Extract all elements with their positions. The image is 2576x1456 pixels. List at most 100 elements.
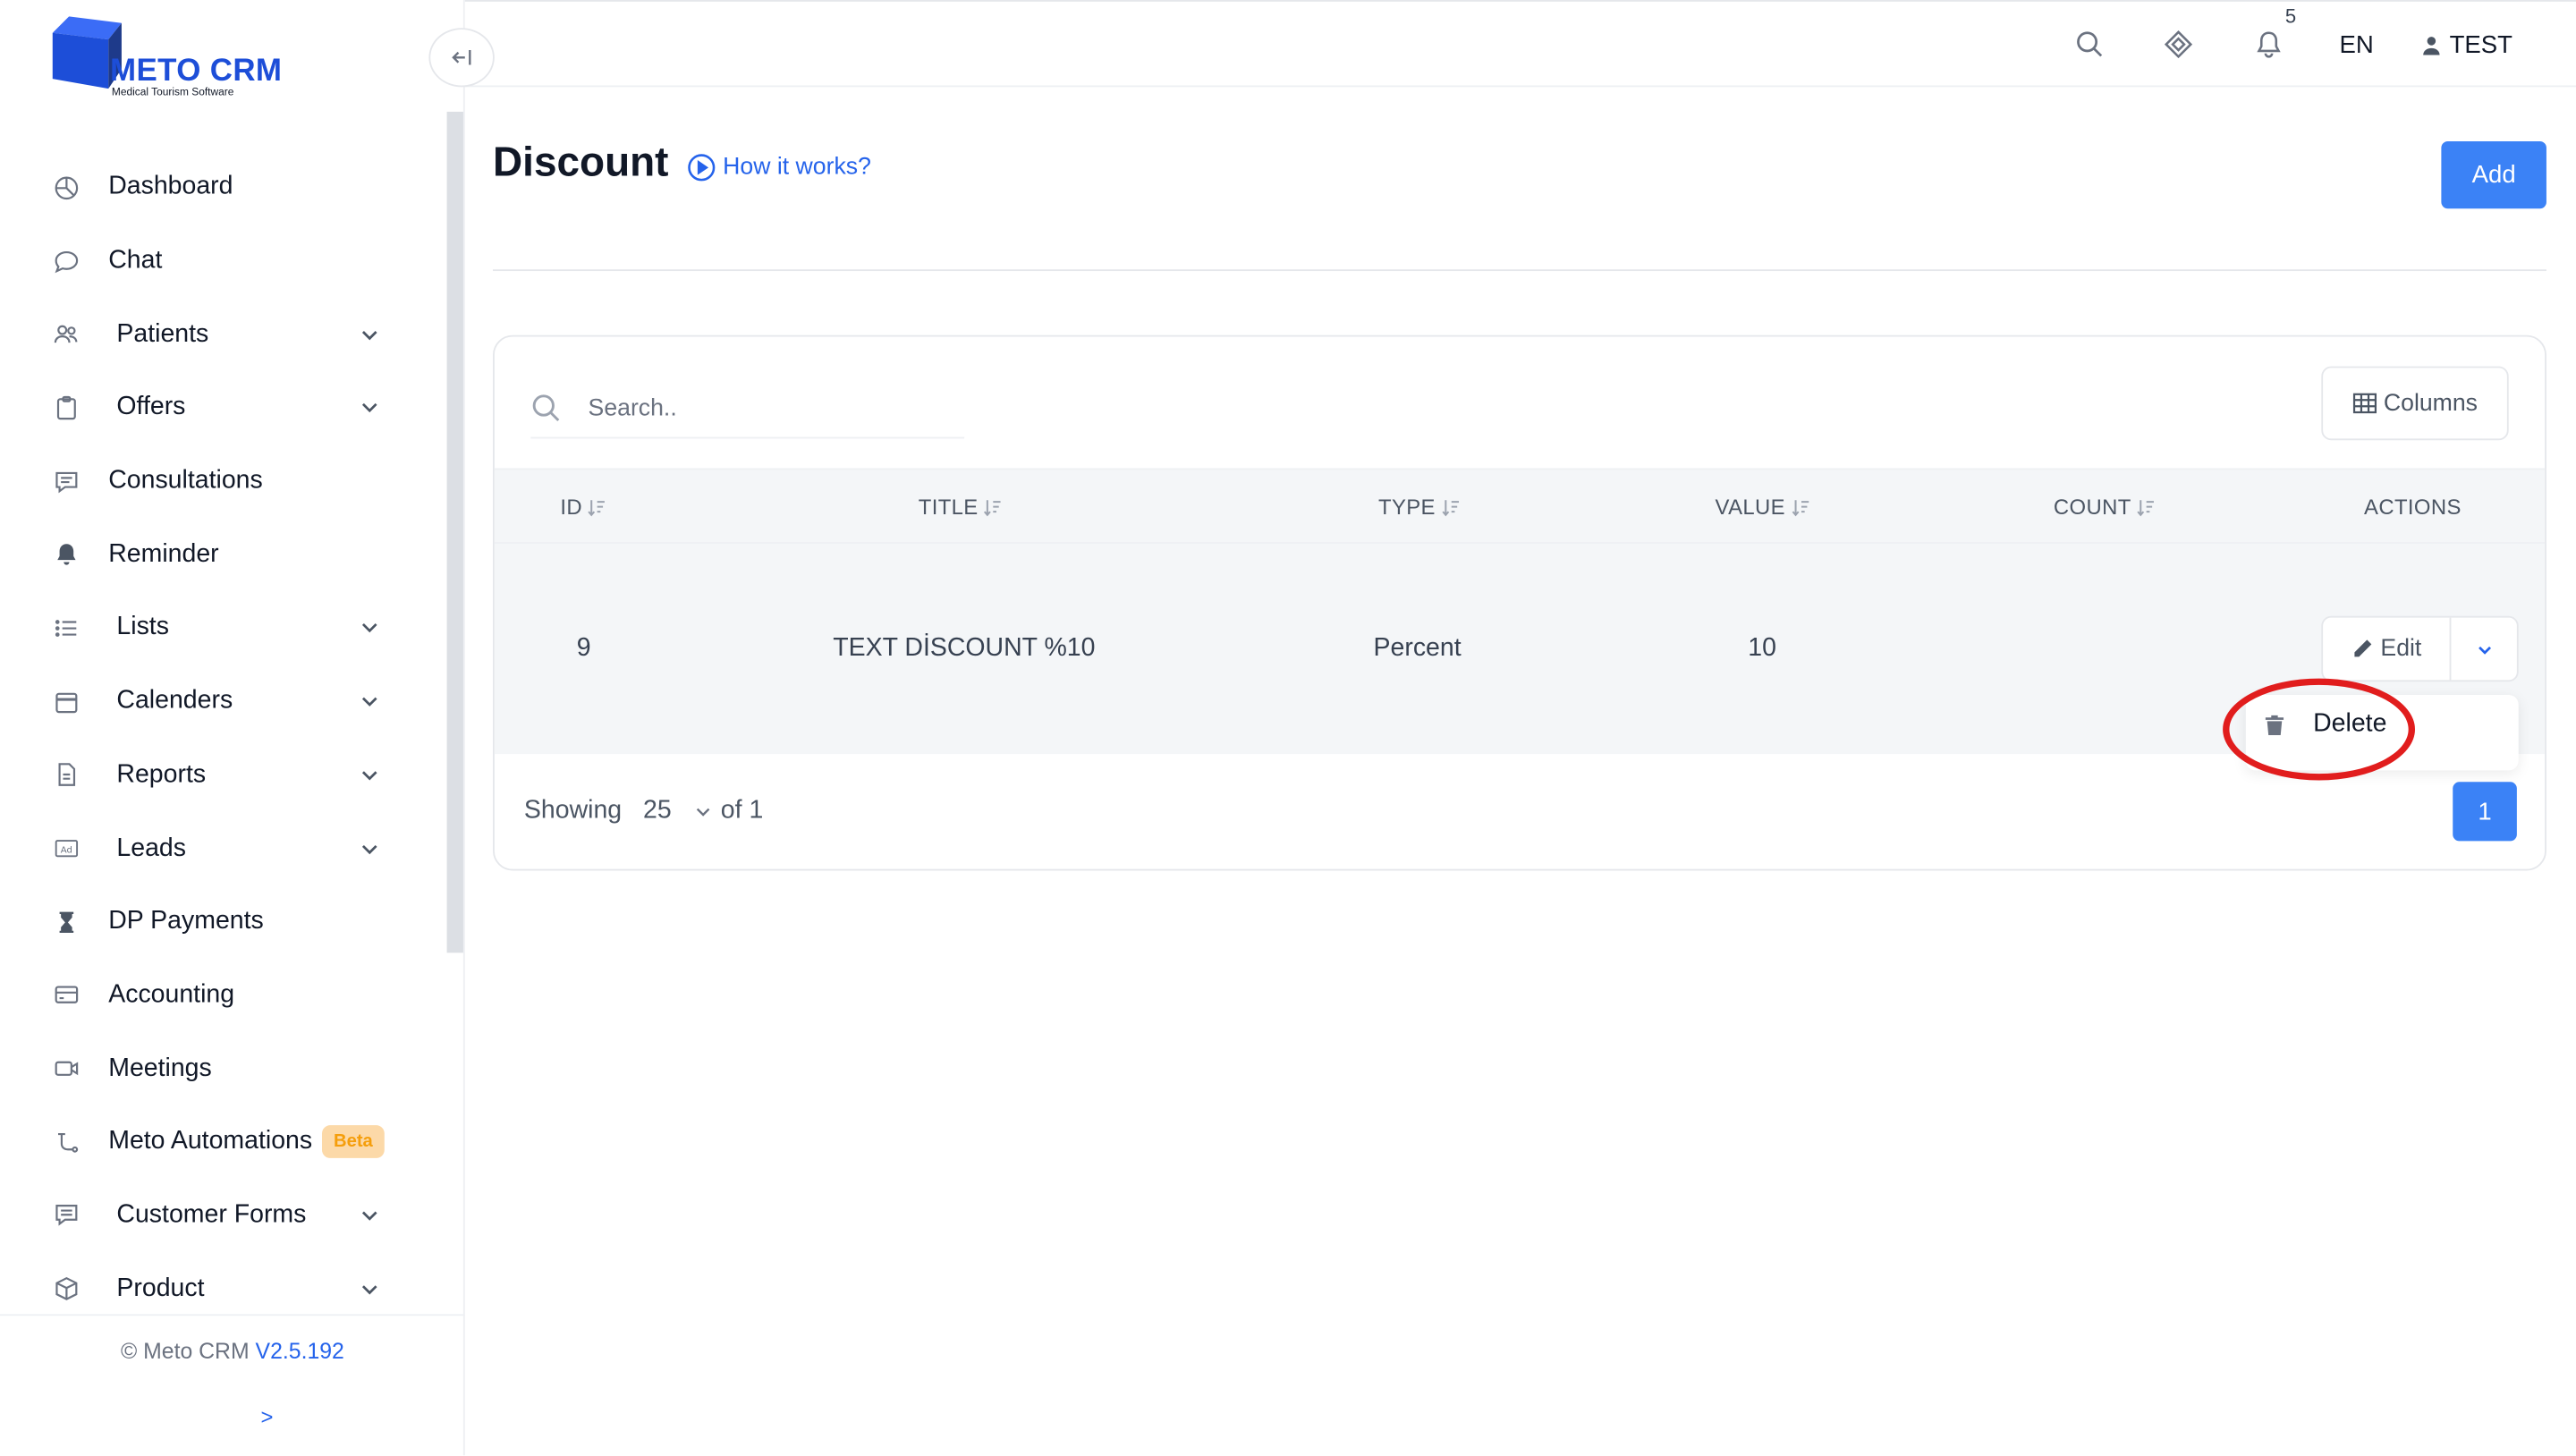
chevron-down-icon[interactable] <box>693 801 713 821</box>
edit-label: Edit <box>2380 635 2422 663</box>
table-search <box>530 379 965 439</box>
column-header-title[interactable]: TITLE <box>919 495 1003 519</box>
user-name: TEST <box>2449 30 2512 60</box>
column-header-type[interactable]: TYPE <box>1378 495 1460 519</box>
video-icon <box>49 1053 82 1086</box>
sidebar-item-chat[interactable]: Chat <box>0 224 444 298</box>
search-icon[interactable] <box>2075 30 2105 59</box>
brand-tagline: Medical Tourism Software <box>111 87 234 99</box>
credit-card-icon <box>49 979 82 1012</box>
sidebar-scrollbar[interactable] <box>446 111 463 953</box>
top-bar: 5 EN TEST <box>464 0 2576 88</box>
sidebar-item-label: Product <box>116 1274 205 1302</box>
copyright-text: © Meto CRM <box>120 1338 250 1364</box>
chevron-down-icon <box>361 403 377 413</box>
sidebar-item-label: Leads <box>116 834 186 862</box>
sidebar-item-calenders[interactable]: Calenders <box>0 665 444 739</box>
hourglass-icon <box>49 905 82 938</box>
expand-sidebar-button[interactable]: > <box>0 1404 534 1429</box>
form-icon <box>49 1199 82 1232</box>
sidebar-item-label: Reminder <box>108 539 219 569</box>
calendar-icon <box>49 685 82 718</box>
collapse-sidebar-button[interactable] <box>428 28 495 88</box>
column-header-value[interactable]: VALUE <box>1716 495 1810 519</box>
sidebar-item-label: Customer Forms <box>116 1200 307 1229</box>
dashboard-icon <box>49 172 82 205</box>
sidebar-item-reports[interactable]: Reports <box>0 739 444 812</box>
sidebar-item-label: Dashboard <box>108 173 233 201</box>
table-footer: Showing 25 of 1 <box>524 797 763 826</box>
chevron-down-icon <box>361 1211 377 1221</box>
chevron-down-icon <box>361 771 377 781</box>
cell-id: 9 <box>576 633 591 663</box>
sidebar-item-label: DP Payments <box>108 907 264 935</box>
how-it-works-link[interactable]: How it works? <box>687 153 871 182</box>
sidebar-item-meto-automations[interactable]: Meto Automations Beta <box>0 1105 444 1179</box>
sidebar-item-dashboard[interactable]: Dashboard <box>0 151 444 224</box>
page-size-value[interactable]: 25 <box>643 797 672 826</box>
sidebar-item-offers[interactable]: Offers <box>0 371 444 444</box>
sort-icon <box>1442 499 1459 516</box>
ad-icon: Ad <box>49 832 82 865</box>
beta-badge: Beta <box>322 1125 385 1159</box>
sidebar-item-meetings[interactable]: Meetings <box>0 1032 444 1105</box>
discount-table-card: Columns ID TITLE TYPE VALUE COUNT <box>493 334 2546 871</box>
diamond-icon[interactable] <box>2164 30 2193 59</box>
version-link[interactable]: V2.5.192 <box>256 1339 344 1364</box>
search-input[interactable] <box>588 394 950 422</box>
sidebar-nav: Dashboard Chat Patients Offers Consultat… <box>0 151 444 1325</box>
sidebar-item-leads[interactable]: Ad Leads <box>0 812 444 885</box>
list-icon <box>49 612 82 645</box>
table-columns-icon <box>2352 393 2377 414</box>
bell-icon <box>49 538 82 571</box>
sidebar-item-label: Meto Automations <box>108 1127 313 1155</box>
column-header-count[interactable]: COUNT <box>2054 495 2156 519</box>
brand-name: METO CRM <box>110 54 283 89</box>
sidebar-item-accounting[interactable]: Accounting <box>0 959 444 1032</box>
pencil-icon <box>2354 639 2372 657</box>
column-header-actions: ACTIONS <box>2364 494 2462 520</box>
chevron-down-icon <box>2478 645 2491 654</box>
header-divider <box>493 269 2546 272</box>
sidebar-item-label: Patients <box>116 319 209 348</box>
chat-icon <box>49 245 82 278</box>
sort-icon <box>2137 499 2155 516</box>
sidebar-item-reminder[interactable]: Reminder <box>0 518 444 591</box>
report-icon <box>49 758 82 791</box>
column-header-id[interactable]: ID <box>560 495 606 519</box>
columns-label: Columns <box>2383 390 2478 417</box>
columns-button[interactable]: Columns <box>2321 366 2509 441</box>
chevron-down-icon <box>361 330 377 340</box>
sidebar-item-label: Lists <box>116 613 169 642</box>
copyright: © Meto CRM V2.5.192 <box>0 1339 465 1364</box>
users-icon <box>49 318 82 351</box>
consultation-icon <box>49 465 82 498</box>
sidebar-item-customer-forms[interactable]: Customer Forms <box>0 1179 444 1252</box>
cell-title: TEXT DİSCOUNT %10 <box>833 633 1096 663</box>
sidebar-item-lists[interactable]: Lists <box>0 591 444 665</box>
row-actions-dropdown-toggle[interactable] <box>2451 618 2516 681</box>
sidebar-item-consultations[interactable]: Consultations <box>0 444 444 518</box>
page-button[interactable]: 1 <box>2453 782 2517 842</box>
clipboard-icon <box>49 392 82 425</box>
table-header: ID TITLE TYPE VALUE COUNT ACTIONS <box>494 468 2546 544</box>
svg-text:Ad: Ad <box>60 845 72 855</box>
notification-bell-icon[interactable] <box>2254 30 2284 59</box>
chevron-down-icon <box>361 697 377 707</box>
user-menu[interactable]: TEST <box>2420 31 2512 59</box>
sidebar-item-dp-payments[interactable]: DP Payments <box>0 885 444 959</box>
sidebar-footer: © Meto CRM V2.5.192 > <box>0 1314 465 1455</box>
edit-button[interactable]: Edit <box>2323 617 2452 681</box>
add-button[interactable]: Add <box>2441 140 2546 209</box>
language-selector[interactable]: EN <box>2340 31 2374 59</box>
chevron-down-icon <box>361 1284 377 1294</box>
cell-type: Percent <box>1373 633 1462 663</box>
brand-logo[interactable]: METO CRM Medical Tourism Software <box>49 16 328 106</box>
sidebar-item-label: Reports <box>116 760 207 789</box>
sidebar-item-label: Chat <box>108 246 163 275</box>
sort-icon <box>1792 499 1809 516</box>
sidebar-item-label: Meetings <box>108 1054 212 1082</box>
row-action-group: Edit <box>2321 615 2519 682</box>
highlight-circle <box>2223 678 2416 781</box>
sidebar-item-patients[interactable]: Patients <box>0 298 444 371</box>
